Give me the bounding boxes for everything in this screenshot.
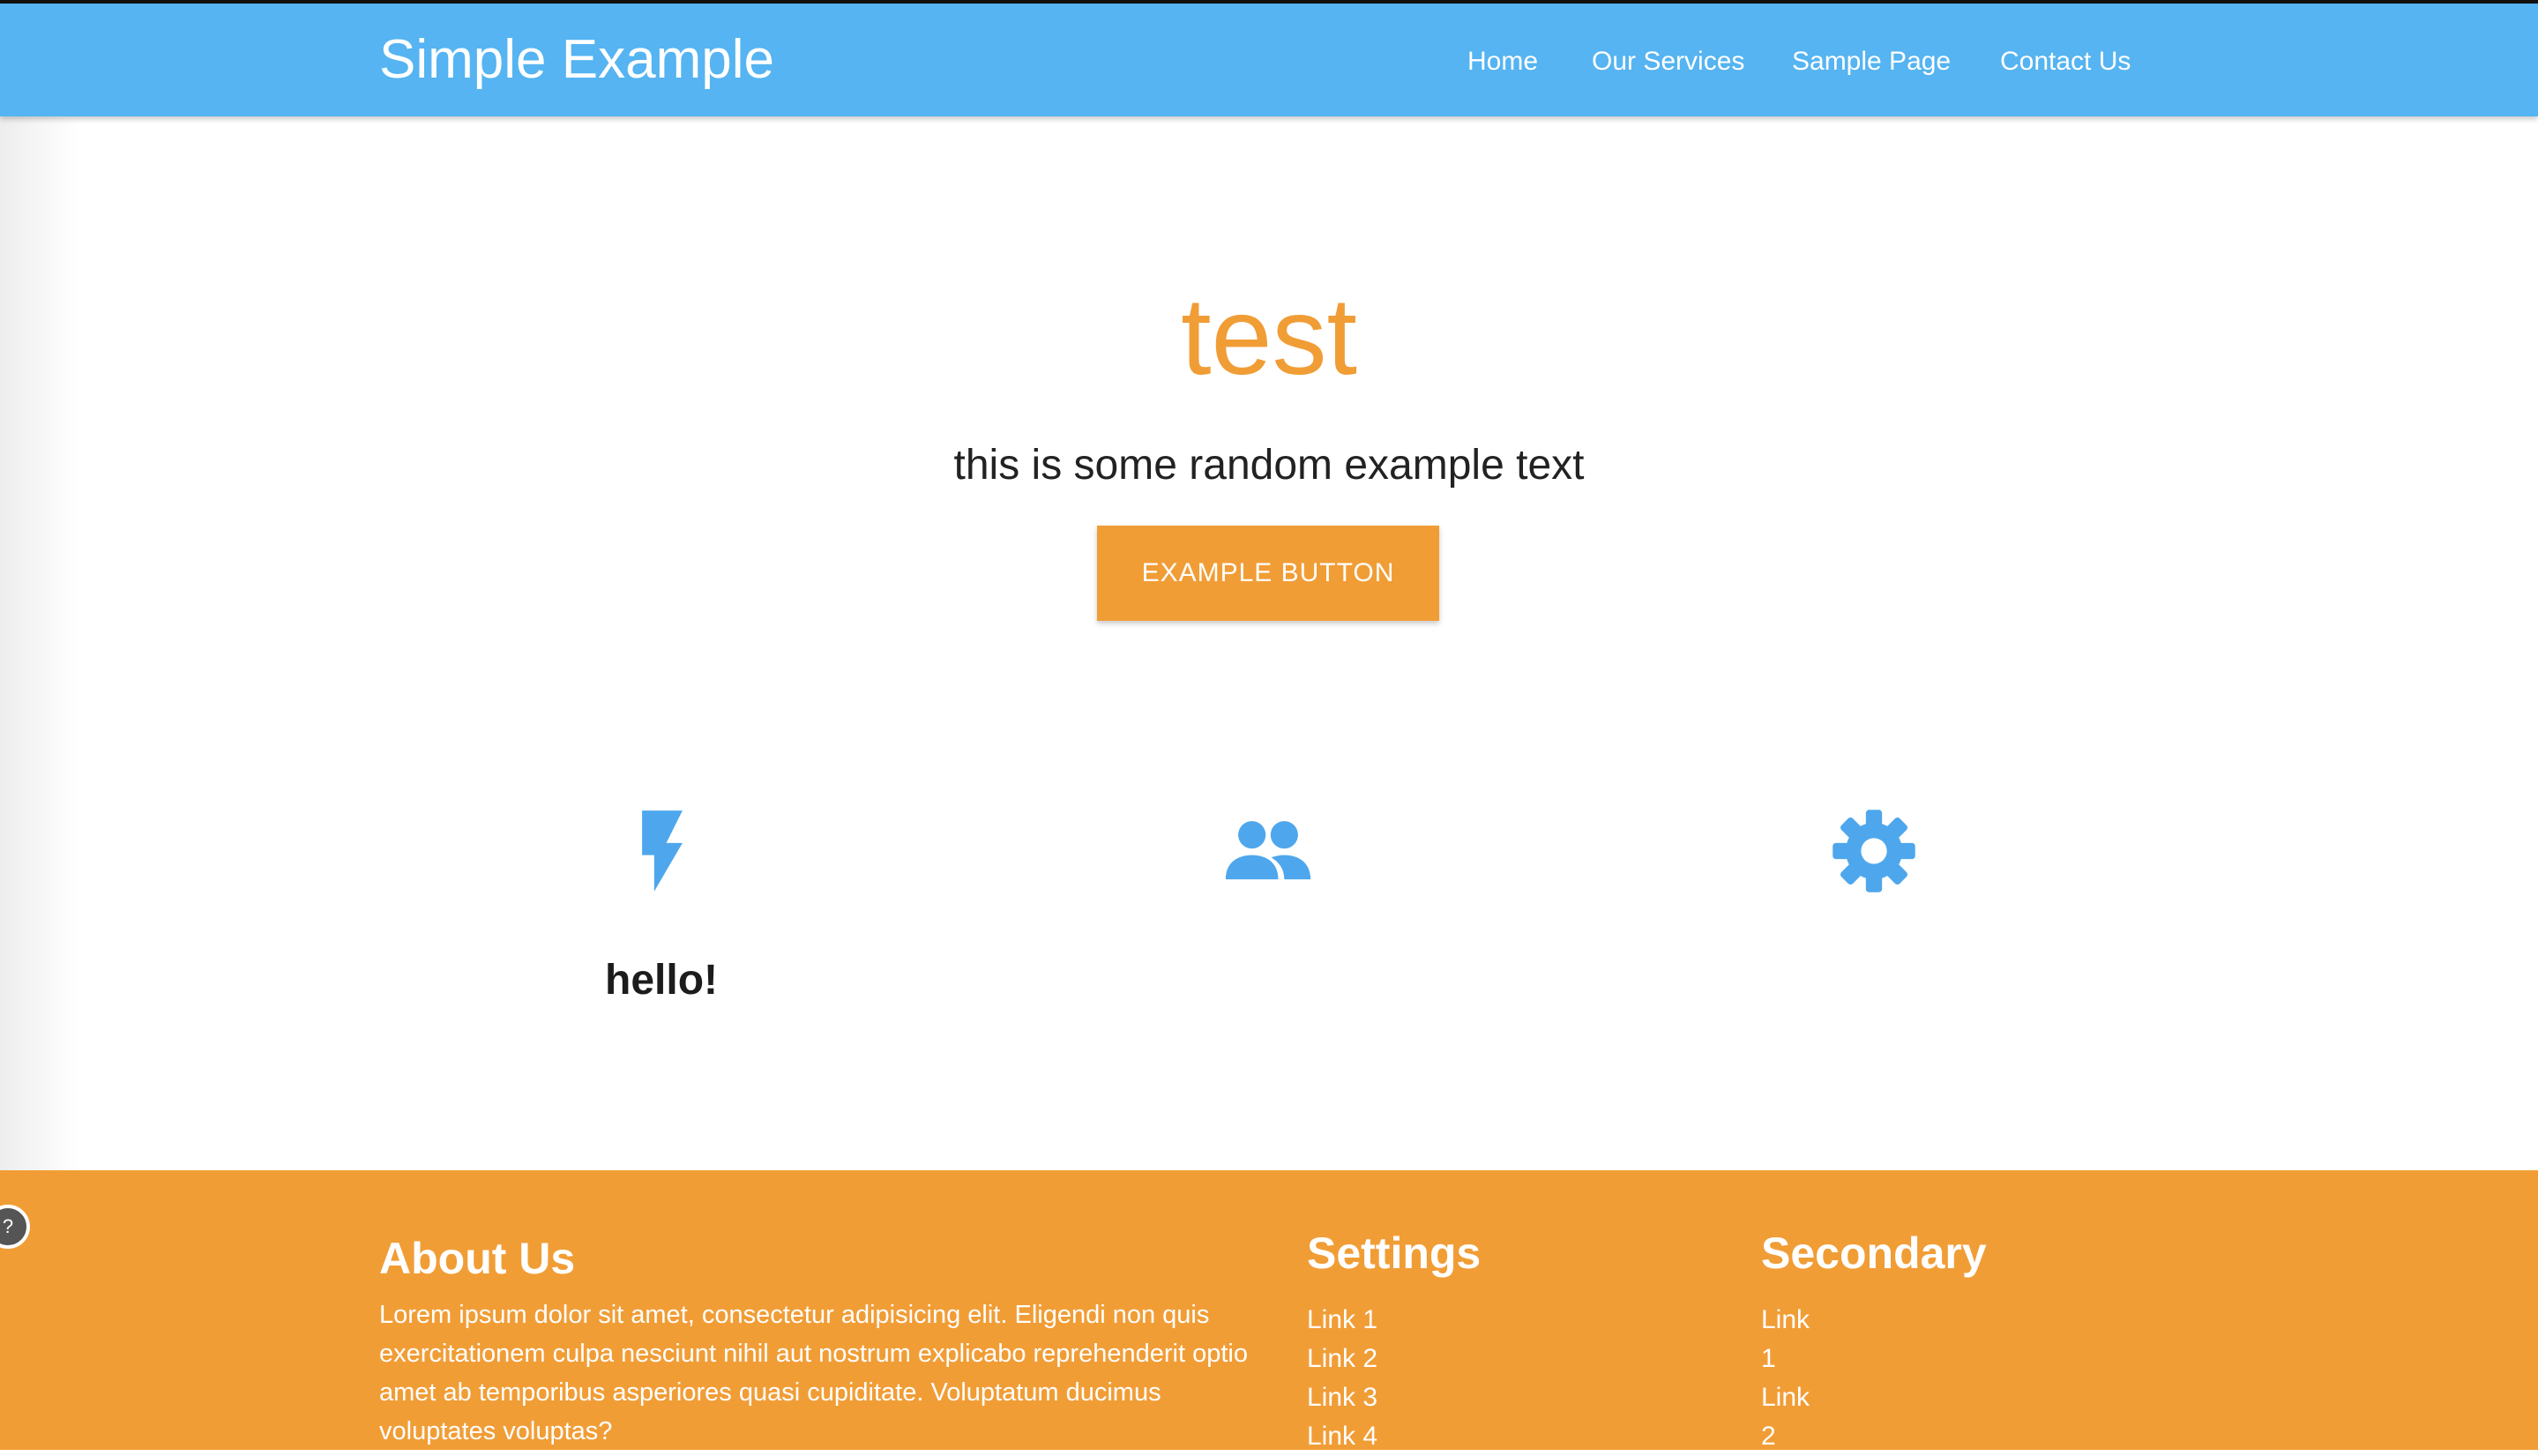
settings-link-4[interactable]: Link 4 xyxy=(1307,1417,1377,1456)
hero-title: test xyxy=(1181,276,1357,398)
nav-our-services[interactable]: Our Services xyxy=(1592,44,1744,79)
secondary-heading: Secondary xyxy=(1761,1228,1987,1278)
secondary-link-2[interactable]: Link 2 xyxy=(1761,1378,1832,1456)
settings-link-3[interactable]: Link 3 xyxy=(1307,1378,1377,1417)
settings-links: Link 1 Link 2 Link 3 Link 4 xyxy=(1307,1301,1377,1456)
brand-logo[interactable]: Simple Example xyxy=(379,25,774,95)
hero-subtitle: this is some random example text xyxy=(953,442,1585,489)
feature-heading: hello! xyxy=(605,957,718,1004)
nav-home[interactable]: Home xyxy=(1467,44,1538,79)
footer: About Us Lorem ipsum dolor sit amet, con… xyxy=(0,1170,2538,1451)
about-us-heading: About Us xyxy=(379,1234,576,1283)
secondary-link-1[interactable]: Link 1 xyxy=(1761,1301,1832,1378)
example-button[interactable]: EXAMPLE BUTTON xyxy=(1097,526,1439,621)
nav-sample-page[interactable]: Sample Page xyxy=(1792,44,1951,79)
nav-contact-us[interactable]: Contact Us xyxy=(2000,44,2131,79)
flash-icon xyxy=(614,803,711,900)
secondary-links: Link 1 Link 2 xyxy=(1761,1301,1832,1456)
people-icon xyxy=(1220,803,1317,900)
settings-link-2[interactable]: Link 2 xyxy=(1307,1340,1377,1378)
settings-heading: Settings xyxy=(1307,1228,1482,1278)
gear-icon xyxy=(1825,803,1922,900)
about-us-text: Lorem ipsum dolor sit amet, consectetur … xyxy=(379,1301,1248,1445)
settings-link-1[interactable]: Link 1 xyxy=(1307,1301,1377,1340)
navbar: Simple Example Home Our Services Sample … xyxy=(0,4,2538,116)
